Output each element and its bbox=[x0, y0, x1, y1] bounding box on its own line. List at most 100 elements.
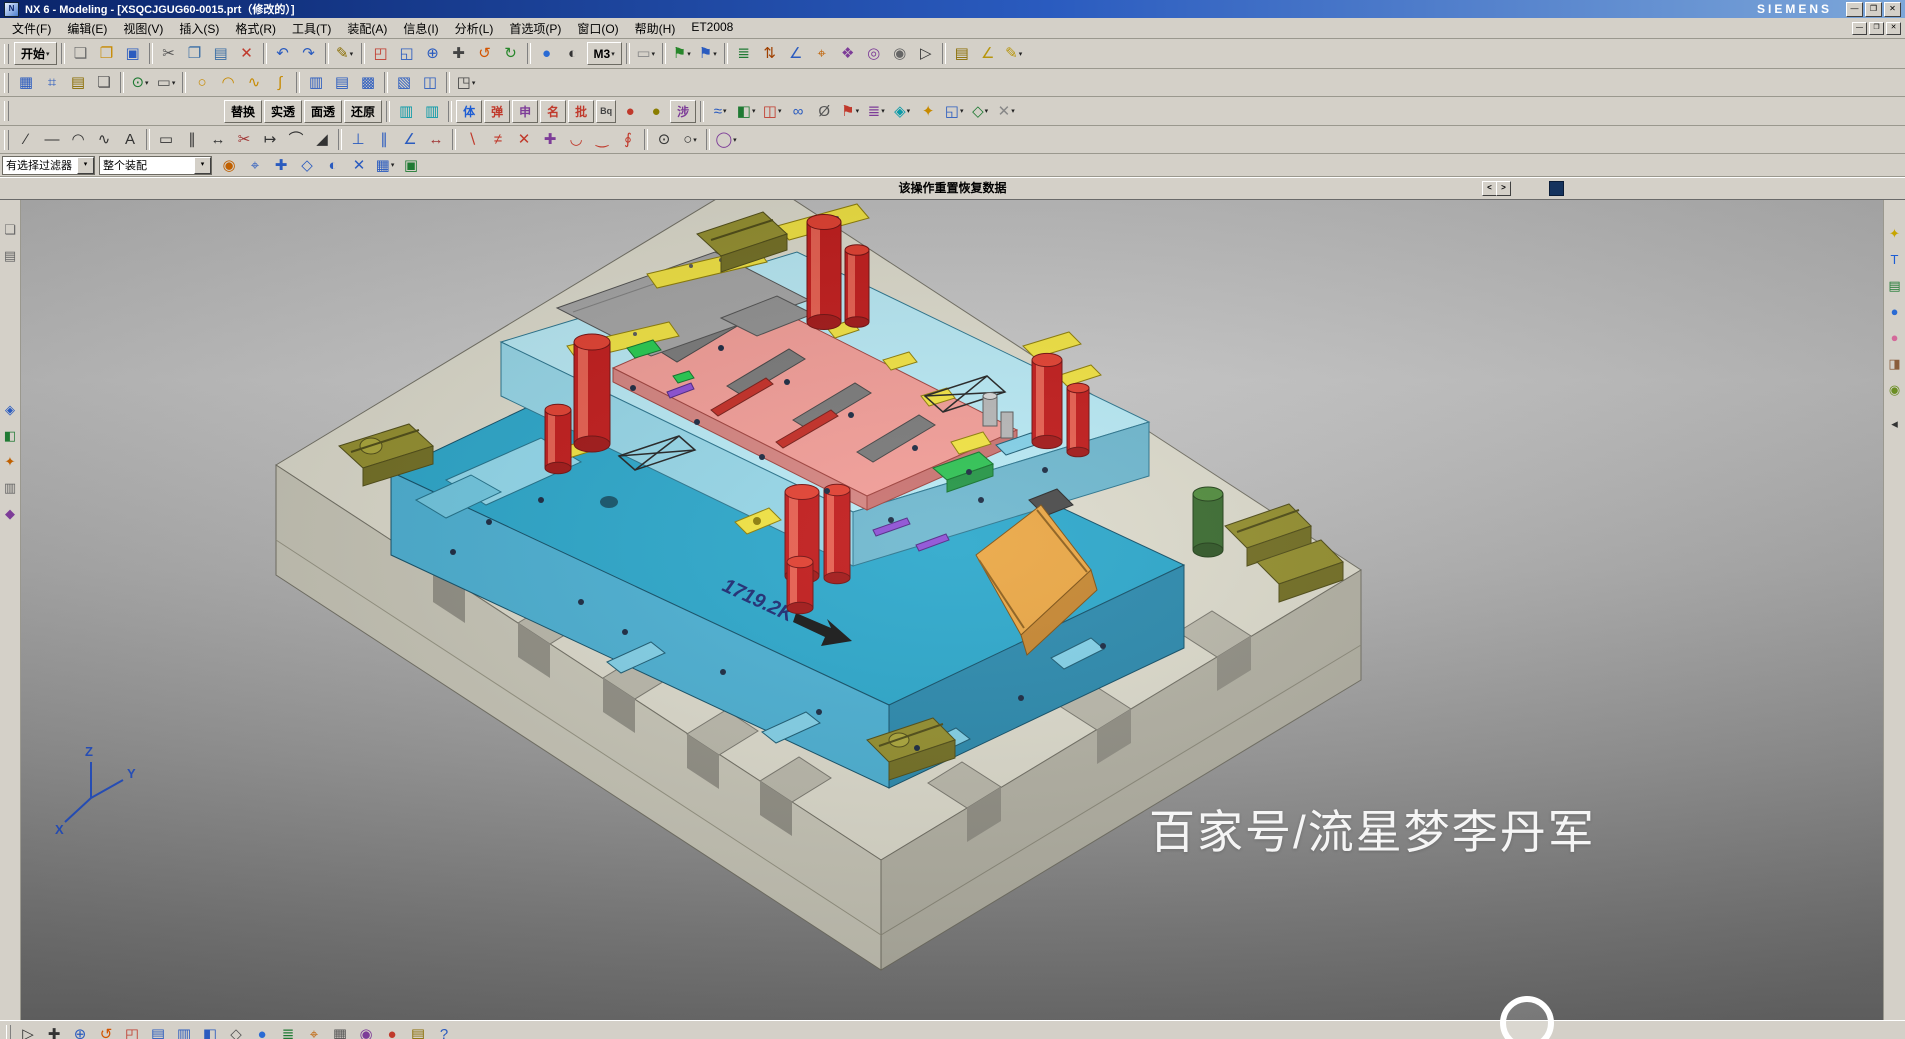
arc-tool-icon[interactable]: ◠ bbox=[215, 71, 241, 95]
snap-point-icon[interactable]: ⌖ bbox=[809, 42, 835, 66]
macro-she-button[interactable]: 涉 bbox=[670, 100, 696, 123]
transform-icon[interactable]: ◳▾ bbox=[453, 71, 479, 95]
undo-icon[interactable]: ↶ bbox=[270, 42, 296, 66]
macro-batch-button[interactable]: 批 bbox=[568, 100, 594, 123]
snap-end-icon[interactable]: ⌖ bbox=[242, 153, 268, 177]
redo-icon[interactable]: ↷ bbox=[296, 42, 322, 66]
panel-tab-top-1-icon[interactable]: ❏ bbox=[0, 216, 20, 242]
minimize-button[interactable]: — bbox=[1846, 2, 1863, 17]
macro-bq-button[interactable]: Bq bbox=[596, 100, 616, 123]
shaded-mode-icon[interactable]: ● bbox=[249, 1023, 275, 1039]
shaded-display-icon[interactable]: ● bbox=[534, 42, 560, 66]
panel-tab-tools-icon[interactable]: ✦ bbox=[0, 448, 20, 474]
rotate-mode-icon[interactable]: ↺ bbox=[93, 1023, 119, 1039]
mdi-restore-button[interactable]: ❐ bbox=[1869, 22, 1884, 35]
circle-sketch-icon[interactable]: ○▾ bbox=[677, 128, 703, 152]
grid-rows-icon[interactable]: ▤ bbox=[329, 71, 355, 95]
pan-mode-icon[interactable]: ✚ bbox=[41, 1023, 67, 1039]
delete-icon[interactable]: ✕ bbox=[234, 42, 260, 66]
bridge-curve-icon[interactable]: ‿ bbox=[589, 128, 615, 152]
toolbar-grip[interactable] bbox=[4, 130, 9, 150]
mirror-curve-icon[interactable]: ↔ bbox=[205, 128, 231, 152]
object-info-icon[interactable]: ◉ bbox=[353, 1023, 379, 1039]
copy-icon[interactable]: ❐ bbox=[182, 42, 208, 66]
menu-file[interactable]: 文件(F) bbox=[4, 19, 59, 38]
text-tool-icon[interactable]: A bbox=[117, 128, 143, 152]
top-view-icon[interactable]: ▥ bbox=[171, 1023, 197, 1039]
knowledge-fusion-tab-icon[interactable]: ✦ bbox=[1885, 220, 1905, 246]
select-arrow-icon[interactable]: ▷ bbox=[913, 42, 939, 66]
layer-settings-icon[interactable]: ≣ bbox=[275, 1023, 301, 1039]
iso-view-icon[interactable]: ◧ bbox=[197, 1023, 223, 1039]
menu-insert[interactable]: 插入(S) bbox=[171, 19, 227, 38]
cross-curve-icon[interactable]: ✕ bbox=[511, 128, 537, 152]
promote-body-icon[interactable]: ◫▾ bbox=[759, 99, 785, 123]
open-part-icon[interactable]: ❐ bbox=[94, 42, 120, 66]
snap-grid-icon[interactable]: ▦▾ bbox=[372, 153, 398, 177]
grid-columns-icon[interactable]: ▥ bbox=[303, 71, 329, 95]
selection-note-icon[interactable]: ✎▾ bbox=[332, 42, 358, 66]
menu-edit[interactable]: 编辑(E) bbox=[59, 19, 115, 38]
toolbar-grip[interactable] bbox=[4, 101, 9, 121]
history-palette-tab-icon[interactable]: ▤ bbox=[1885, 272, 1905, 298]
measure-angle-icon[interactable]: ∠ bbox=[783, 42, 809, 66]
edit-object-display-icon[interactable]: ◉ bbox=[887, 42, 913, 66]
selection-scope-combo[interactable]: 整个装配 ▾ bbox=[99, 156, 212, 175]
spark-tool-icon[interactable]: ✦ bbox=[915, 99, 941, 123]
fillet-curve-icon[interactable]: ⌒ bbox=[283, 128, 309, 152]
zoom-window-icon[interactable]: ◱ bbox=[394, 42, 420, 66]
rotate-view-icon[interactable]: ↺ bbox=[472, 42, 498, 66]
drawing-page-icon[interactable]: ❏ bbox=[91, 71, 117, 95]
background-swatch-icon[interactable]: ▭▾ bbox=[633, 42, 659, 66]
loop-curve-icon[interactable]: ∮ bbox=[615, 128, 641, 152]
point-tool-icon[interactable]: ⊙▾ bbox=[127, 71, 153, 95]
prompt-scroll-left-button[interactable]: < bbox=[1482, 181, 1497, 196]
panel-tab-layers-icon[interactable]: ◧ bbox=[0, 422, 20, 448]
restore-button[interactable]: 还原 bbox=[344, 100, 382, 123]
menu-analysis[interactable]: 分析(L) bbox=[447, 19, 502, 38]
assembly-ball-tab-icon[interactable]: ● bbox=[1885, 298, 1905, 324]
fit-view-icon[interactable]: ◰ bbox=[368, 42, 394, 66]
show-hide-icon[interactable]: ◎ bbox=[861, 42, 887, 66]
macro-olive-dot-icon[interactable]: ● bbox=[643, 99, 669, 123]
offset-curve-icon[interactable]: ∥ bbox=[179, 128, 205, 152]
rectangle-tool-icon[interactable]: ▭ bbox=[153, 128, 179, 152]
family-table-icon[interactable]: ≣▾ bbox=[863, 99, 889, 123]
quick-dimension-icon[interactable]: ↔ bbox=[423, 128, 449, 152]
work-flag-icon[interactable]: ⚑▾ bbox=[669, 42, 695, 66]
circle-tool-icon[interactable]: ○ bbox=[189, 71, 215, 95]
palette-tab-icon[interactable]: ◨ bbox=[1885, 350, 1905, 376]
snap-toggle-icon[interactable]: ◉ bbox=[216, 153, 242, 177]
save-part-icon[interactable]: ▣ bbox=[120, 42, 146, 66]
macro-record-icon[interactable]: ● bbox=[379, 1023, 405, 1039]
spline-tool-icon[interactable]: ∿ bbox=[241, 71, 267, 95]
chevron-down-icon[interactable]: ▾ bbox=[77, 157, 94, 174]
zoom-mode-icon[interactable]: ⊕ bbox=[67, 1023, 93, 1039]
menu-assemblies[interactable]: 装配(A) bbox=[339, 19, 395, 38]
helix-tool-icon[interactable]: ∫ bbox=[267, 71, 293, 95]
replace-button[interactable]: 替换 bbox=[224, 100, 262, 123]
menu-window[interactable]: 窗口(O) bbox=[569, 19, 626, 38]
graphics-viewport[interactable]: 1719.2K bbox=[21, 200, 1883, 1020]
internet-browser-tab-icon[interactable]: T bbox=[1885, 246, 1905, 272]
roles-tab-icon[interactable]: ◉ bbox=[1885, 376, 1905, 402]
cut-icon[interactable]: ✂ bbox=[156, 42, 182, 66]
solid-translucent-button[interactable]: 实透 bbox=[264, 100, 302, 123]
construction-line-icon[interactable]: ∖ bbox=[459, 128, 485, 152]
datum-grid-icon[interactable]: ▦ bbox=[13, 71, 39, 95]
maximize-button[interactable]: ❐ bbox=[1865, 2, 1882, 17]
spline-sketch-icon[interactable]: ∿ bbox=[91, 128, 117, 152]
mdi-close-button[interactable]: ✕ bbox=[1886, 22, 1901, 35]
plane-tool-icon[interactable]: ▭▾ bbox=[153, 71, 179, 95]
angle-dimension-icon[interactable]: ∠ bbox=[397, 128, 423, 152]
annotation-icon[interactable]: ▤ bbox=[949, 42, 975, 66]
grid-toggle-icon[interactable]: ▦ bbox=[327, 1023, 353, 1039]
macro-shen-button[interactable]: 申 bbox=[512, 100, 538, 123]
menu-information[interactable]: 信息(I) bbox=[395, 19, 446, 38]
preview-toggle-icon[interactable]: ▣ bbox=[398, 153, 424, 177]
panel-tab-top-2-icon[interactable]: ▤ bbox=[0, 242, 20, 268]
line-tool-icon[interactable]: — bbox=[39, 128, 65, 152]
snap-mid-icon[interactable]: ✚ bbox=[268, 153, 294, 177]
interpart-copy-icon[interactable]: ◧▾ bbox=[733, 99, 759, 123]
pan-icon[interactable]: ✚ bbox=[446, 42, 472, 66]
